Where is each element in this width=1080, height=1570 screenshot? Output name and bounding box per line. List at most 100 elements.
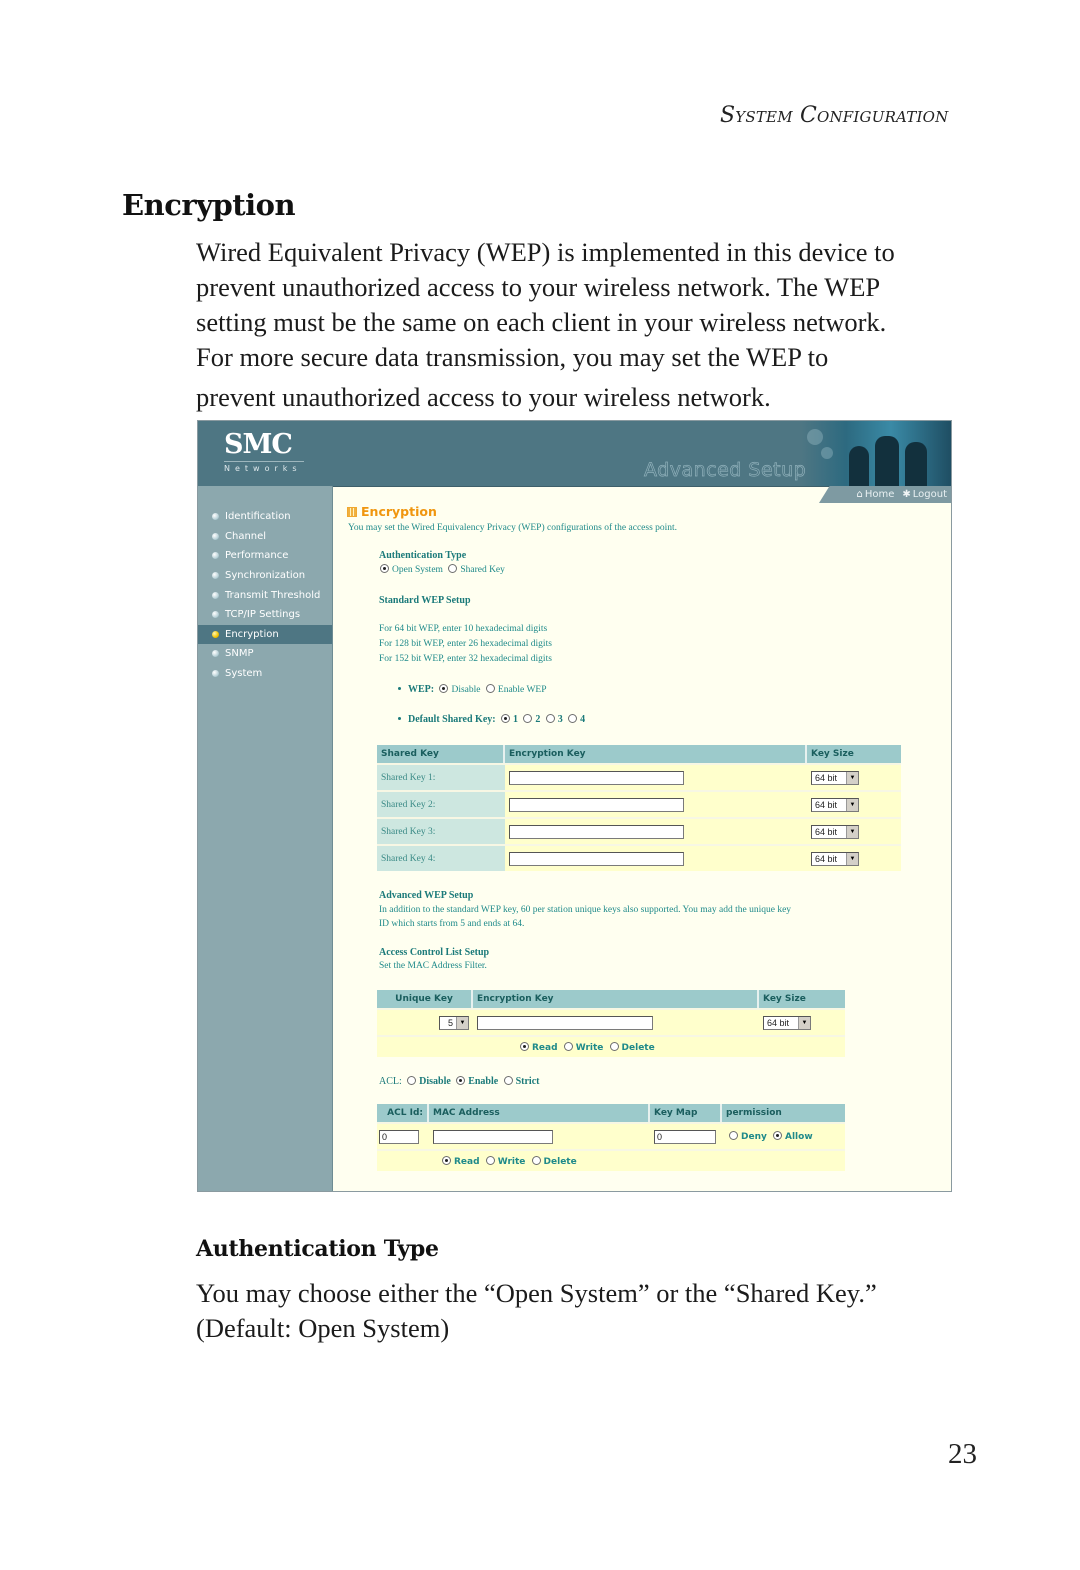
sidebar-item-transmit-threshold[interactable]: Transmit Threshold <box>198 585 332 605</box>
open-system-label: Open System <box>392 565 443 575</box>
logout-link[interactable]: ✱ Logout <box>902 489 947 500</box>
acl-label: ACL: <box>379 1076 402 1087</box>
radio-default-key-1[interactable] <box>500 714 510 723</box>
sidebar-item-label: SNMP <box>225 648 254 660</box>
radio-wep-enable[interactable] <box>485 684 495 693</box>
table-row: Shared Key 4: 64 bit ▼ <box>377 844 901 871</box>
wep-hint: For 64 bit WEP, enter 10 hexadecimal dig… <box>379 624 548 634</box>
unique-key-select[interactable]: 5 ▼ <box>439 1015 469 1030</box>
chevron-down-icon: ▼ <box>846 852 858 865</box>
acl-disable-label: Disable <box>419 1076 451 1087</box>
radio-acl-read[interactable] <box>442 1155 451 1165</box>
radio-acl-enable[interactable] <box>456 1076 466 1085</box>
chevron-down-icon: ▼ <box>846 798 858 811</box>
permission-cell: Deny Allow <box>722 1122 845 1149</box>
radio-acl-disable[interactable] <box>407 1076 417 1085</box>
radio-default-key-2[interactable] <box>523 714 533 723</box>
sidebar-item-system[interactable]: System <box>198 664 332 684</box>
home-icon: ⌂ <box>856 489 863 500</box>
sidebar-item-tcpip-settings[interactable]: TCP/IP Settings <box>198 605 332 625</box>
table-row: Shared Key 1: 64 bit ▼ <box>377 763 901 790</box>
mac-address-cell <box>429 1122 650 1149</box>
key-size-4-select[interactable]: 64 bit ▼ <box>811 851 859 866</box>
key-size-cell: 64 bit ▼ <box>759 1008 845 1035</box>
table-row: Read Write Delete <box>377 1149 845 1171</box>
key-size-cell: 64 bit ▼ <box>807 817 901 844</box>
shared-key-label: Shared Key 3: <box>377 817 505 844</box>
key-size-2-select[interactable]: 64 bit ▼ <box>811 797 859 812</box>
empty-cell <box>650 1149 722 1171</box>
sidebar-item-label: Performance <box>225 550 289 562</box>
unique-key-size-select[interactable]: 64 bit ▼ <box>763 1015 811 1030</box>
chevron-down-icon: ▼ <box>798 1016 810 1029</box>
sidebar-item-encryption[interactable]: Encryption <box>198 624 332 645</box>
key-size-cell: 64 bit ▼ <box>807 844 901 871</box>
wep-enable-label: Enable WEP <box>497 685 547 695</box>
radio-acl-write[interactable] <box>485 1155 495 1165</box>
page-number: 23 <box>948 1438 977 1470</box>
select-value: 64 bit <box>767 1017 790 1028</box>
shared-key-2-input[interactable] <box>509 797 684 812</box>
shared-key-1-input[interactable] <box>509 770 684 785</box>
key-size-1-select[interactable]: 64 bit ▼ <box>811 770 859 785</box>
acl-enable-label: Enable <box>468 1076 499 1087</box>
table-row: Shared Key 3: 64 bit ▼ <box>377 817 901 844</box>
empty-cell <box>377 1149 429 1171</box>
unique-encryption-key-input[interactable] <box>477 1015 653 1030</box>
unique-key-table: Unique Key Encryption Key Key Size 5 ▼ 64… <box>377 990 845 1057</box>
select-value: 64 bit <box>815 772 838 783</box>
radio-default-key-3[interactable] <box>545 714 555 723</box>
radio-acl-delete[interactable] <box>531 1155 541 1165</box>
radio-acl-strict[interactable] <box>503 1076 513 1085</box>
radio-shared-key[interactable] <box>448 564 458 573</box>
radio-permission-allow[interactable] <box>773 1131 782 1140</box>
radio-unique-delete[interactable] <box>609 1041 619 1051</box>
mac-address-input[interactable] <box>433 1129 553 1144</box>
acl-id-input[interactable]: 0 <box>379 1129 419 1144</box>
radio-open-system[interactable] <box>380 564 389 573</box>
col-mac-address: MAC Address <box>429 1104 650 1122</box>
unique-key-cell: 5 ▼ <box>377 1008 473 1035</box>
radio-unique-write[interactable] <box>563 1041 573 1051</box>
radio-wep-disable[interactable] <box>439 684 449 693</box>
radio-default-key-4[interactable] <box>568 714 578 723</box>
table-row: Read Write Delete <box>377 1035 845 1057</box>
sidebar-item-snmp[interactable]: SNMP <box>198 644 332 664</box>
shared-key-4-input[interactable] <box>509 851 684 866</box>
empty-cell <box>759 1035 845 1057</box>
router-admin-screenshot: SMC Networks Advanced Setup ⌂ Home ✱ Logou… <box>197 420 952 1192</box>
top-nav: ⌂ Home ✱ Logout <box>819 486 951 503</box>
advanced-wep-label: Advanced WEP Setup <box>379 890 474 901</box>
shared-key-3-input[interactable] <box>509 824 684 839</box>
home-link[interactable]: ⌂ Home <box>856 489 894 500</box>
read-label: Read <box>454 1156 480 1167</box>
page-title-text: Encryption <box>361 504 437 519</box>
bullet-icon <box>212 513 219 521</box>
subsection-line: (Default: Open System) <box>196 1313 450 1343</box>
delete-label: Delete <box>621 1042 655 1053</box>
select-value: 64 bit <box>815 826 838 837</box>
intro-line: For more secure data transmission, you m… <box>196 342 829 372</box>
shared-key-table: Shared Key Encryption Key Key Size Share… <box>377 745 901 871</box>
bullet-icon <box>212 591 219 599</box>
key-map-cell: 0 <box>650 1122 722 1149</box>
bullet-dot <box>398 687 401 690</box>
sidebar-item-synchronization[interactable]: Synchronization <box>198 566 332 586</box>
chevron-down-icon: ▼ <box>846 825 858 838</box>
content-panel: Encryption You may set the Wired Equival… <box>332 503 951 1191</box>
deny-label: Deny <box>741 1132 767 1142</box>
sidebar-item-channel[interactable]: Channel <box>198 527 332 547</box>
key-map-input[interactable]: 0 <box>654 1129 716 1144</box>
page-description: You may set the Wired Equivalency Privac… <box>348 523 678 533</box>
sidebar-item-identification[interactable]: Identification <box>198 507 332 527</box>
key-size-3-select[interactable]: 64 bit ▼ <box>811 824 859 839</box>
radio-unique-read[interactable] <box>520 1041 529 1051</box>
running-head: System Configuration <box>720 103 949 128</box>
intro-last-line: prevent unauthorized access to your wire… <box>196 382 771 412</box>
acl-table: ACL Id: MAC Address Key Map permission 0… <box>377 1104 845 1171</box>
table-row: 0 0 Deny Allow <box>377 1122 845 1149</box>
radio-permission-deny[interactable] <box>729 1131 738 1140</box>
encryption-key-cell <box>473 1008 759 1035</box>
logo-sub: Networks <box>224 461 304 473</box>
sidebar-item-performance[interactable]: Performance <box>198 546 332 566</box>
